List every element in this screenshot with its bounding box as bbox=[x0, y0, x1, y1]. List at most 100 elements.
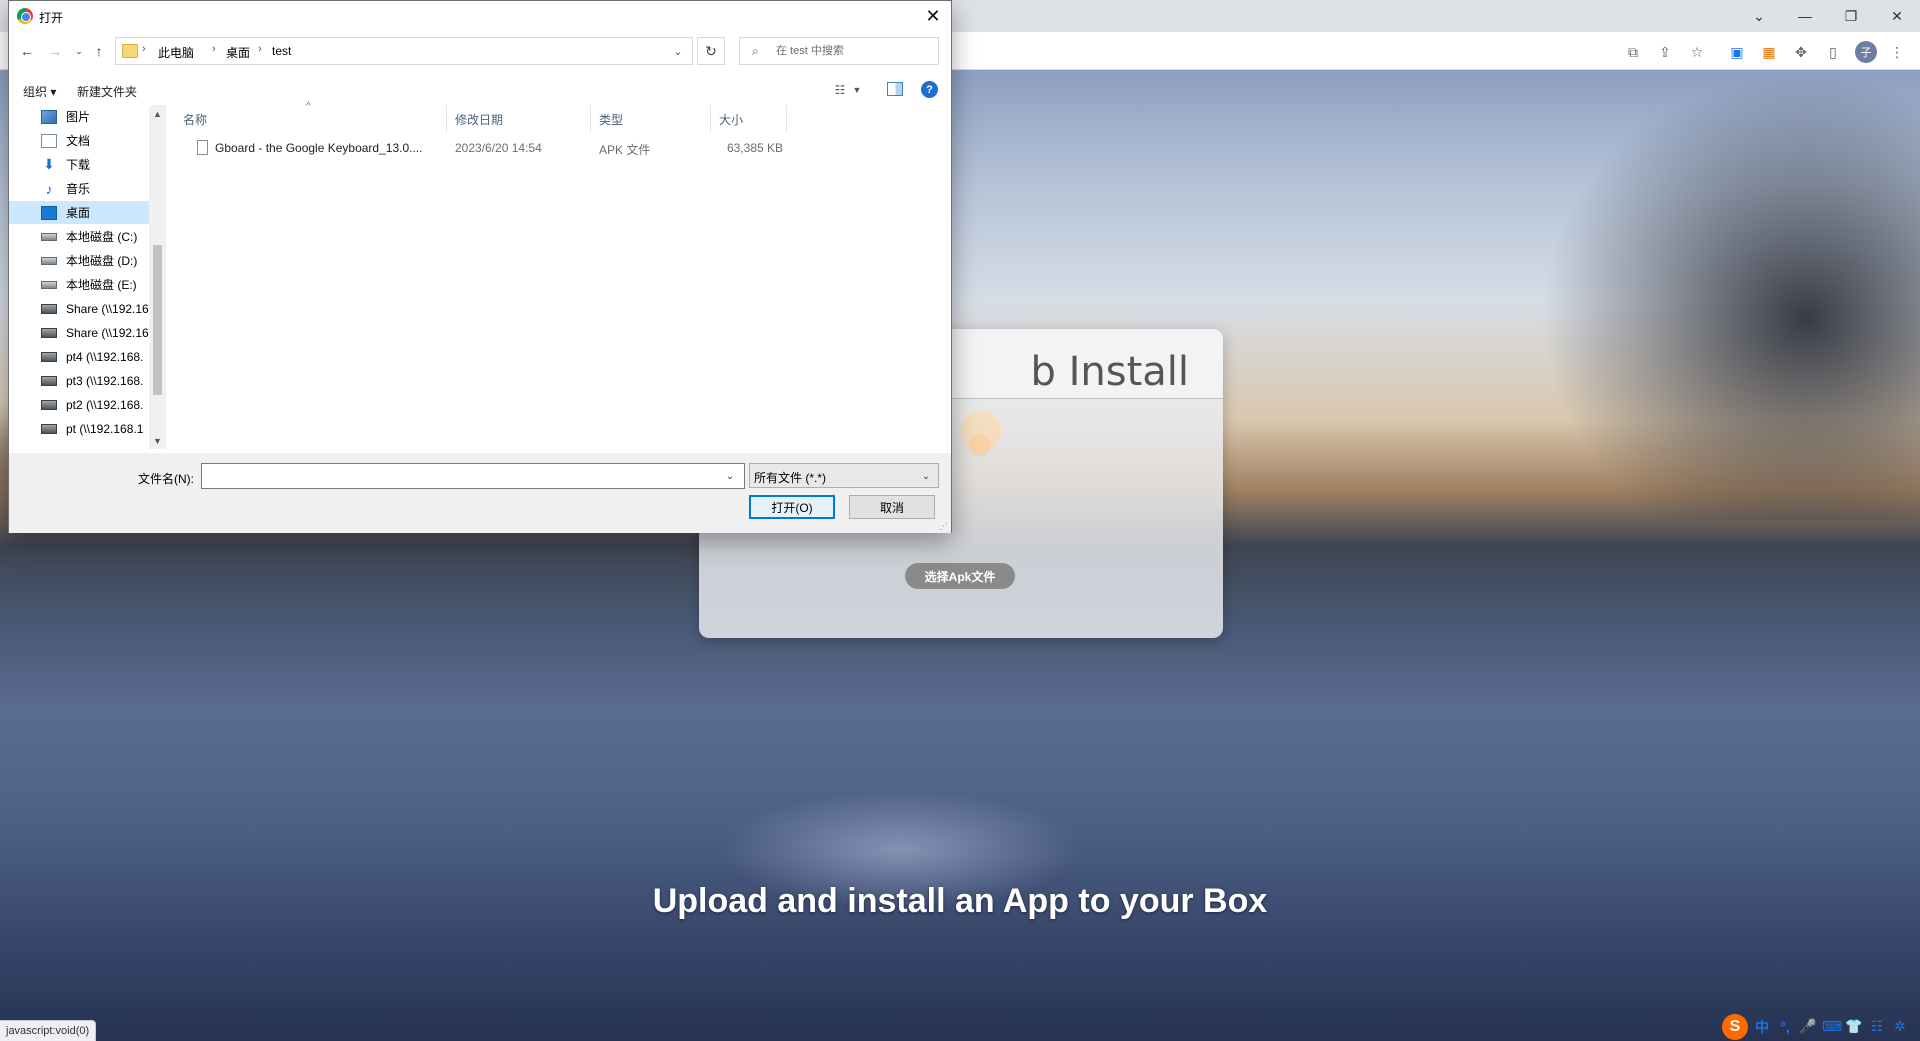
filename-combobox[interactable]: ⌄ bbox=[201, 463, 745, 489]
open-button[interactable]: 打开(O) bbox=[749, 495, 835, 519]
up-arrow-icon[interactable]: ↑ bbox=[89, 41, 109, 61]
ime-settings-icon[interactable]: ✲ bbox=[1891, 1018, 1909, 1035]
extension-orange-icon[interactable]: ▦ bbox=[1758, 41, 1780, 63]
new-folder-button[interactable]: 新建文件夹 bbox=[77, 83, 137, 100]
dialog-close-button[interactable]: ✕ bbox=[915, 1, 951, 31]
nav-item-pictures[interactable]: 图片 bbox=[9, 105, 149, 128]
resize-grip-icon[interactable]: ⋰ bbox=[939, 521, 948, 532]
nav-item-desktop[interactable]: 桌面 bbox=[9, 201, 149, 224]
help-icon[interactable]: ? bbox=[921, 81, 938, 98]
breadcrumb-separator-icon: › bbox=[142, 43, 146, 55]
file-open-dialog: 打开 ✕ ← → ⌄ ↑ › 此电脑 › 桌面 › test ⌄ ↻ ⌕ 组织 … bbox=[8, 0, 952, 533]
file-type: APK 文件 bbox=[599, 143, 651, 157]
share-icon[interactable]: ⇪ bbox=[1654, 41, 1676, 63]
nav-item-share-2[interactable]: Share (\\192.16 bbox=[9, 321, 149, 344]
breadcrumb-this-pc[interactable]: 此电脑 bbox=[158, 44, 194, 61]
nav-item-drive-d[interactable]: 本地磁盘 (D:) bbox=[9, 249, 149, 272]
pictures-icon bbox=[41, 109, 57, 124]
address-bar[interactable]: › 此电脑 › 桌面 › test ⌄ bbox=[115, 37, 693, 65]
nav-item-pt4[interactable]: pt4 (\\192.168. bbox=[9, 345, 149, 368]
nav-item-share-1[interactable]: Share (\\192.16 bbox=[9, 297, 149, 320]
cancel-button[interactable]: 取消 bbox=[849, 495, 935, 519]
tab-search-chevron-icon[interactable]: ⌄ bbox=[1736, 2, 1782, 30]
organize-menu[interactable]: 组织 ▾ bbox=[23, 83, 56, 100]
bokeh-light bbox=[969, 434, 991, 456]
command-bar: 组织 ▾ 新建文件夹 ☷ ▼ ? bbox=[9, 77, 951, 103]
nav-item-downloads[interactable]: ⬇ 下载 bbox=[9, 153, 149, 176]
minimize-button[interactable]: — bbox=[1782, 2, 1828, 30]
browser-menu-icon[interactable]: ⋮ bbox=[1886, 41, 1908, 63]
refresh-button[interactable]: ↻ bbox=[697, 37, 725, 65]
nav-item-pt[interactable]: pt (\\192.168.1 bbox=[9, 417, 149, 440]
column-header-type[interactable]: 类型 bbox=[591, 105, 711, 133]
file-size: 63,385 KB bbox=[727, 141, 784, 155]
nav-item-label: 下载 bbox=[66, 158, 91, 172]
ime-toolbar: S 中 °, 🎤 ⌨ 👕 ☷ ✲ bbox=[1718, 1012, 1920, 1041]
scroll-down-icon[interactable]: ▼ bbox=[149, 432, 166, 449]
restore-button[interactable]: ❐ bbox=[1828, 2, 1874, 30]
address-dropdown-chevron-icon[interactable]: ⌄ bbox=[668, 42, 688, 60]
sogou-ime-logo-icon[interactable]: S bbox=[1722, 1013, 1748, 1040]
nav-item-pt3[interactable]: pt3 (\\192.168. bbox=[9, 369, 149, 392]
nav-item-drive-c[interactable]: 本地磁盘 (C:) bbox=[9, 225, 149, 248]
recent-locations-chevron-icon[interactable]: ⌄ bbox=[69, 41, 89, 61]
ime-punctuation-icon[interactable]: °, bbox=[1776, 1019, 1794, 1035]
nav-item-label: Share (\\192.16 bbox=[66, 301, 149, 316]
profile-avatar[interactable]: 子 bbox=[1855, 41, 1877, 63]
breadcrumb-desktop[interactable]: 桌面 bbox=[226, 44, 250, 61]
breadcrumb-separator-icon: › bbox=[258, 43, 262, 55]
translate-icon[interactable]: ⧉ bbox=[1622, 41, 1644, 63]
ime-microphone-icon[interactable]: 🎤 bbox=[1799, 1018, 1817, 1035]
file-date: 2023/6/20 14:54 bbox=[455, 141, 542, 155]
nav-item-label: 音乐 bbox=[66, 182, 91, 196]
nav-item-label: pt (\\192.168.1 bbox=[66, 421, 144, 436]
side-panel-icon[interactable]: ▯ bbox=[1822, 41, 1844, 63]
search-input[interactable] bbox=[776, 43, 932, 59]
nav-item-label: Share (\\192.16 bbox=[66, 325, 149, 340]
scroll-up-icon[interactable]: ▲ bbox=[149, 105, 166, 122]
bookmark-star-icon[interactable]: ☆ bbox=[1686, 41, 1708, 63]
ime-toolbox-icon[interactable]: ☷ bbox=[1868, 1018, 1886, 1035]
nav-item-music[interactable]: ♪ 音乐 bbox=[9, 177, 149, 200]
filename-label: 文件名(N): bbox=[138, 472, 194, 486]
column-header-name[interactable]: 名称 bbox=[175, 105, 447, 133]
ime-chinese-mode[interactable]: 中 bbox=[1753, 1017, 1771, 1037]
refresh-icon: ↻ bbox=[705, 42, 717, 59]
filetype-select[interactable]: 所有文件 (*.*) ⌄ bbox=[749, 463, 939, 488]
extension-sync-icon[interactable]: ▣ bbox=[1726, 41, 1748, 63]
hero-heading: Upload and install an App to your Box bbox=[652, 882, 1268, 920]
file-list-pane: ^ 名称 修改日期 类型 大小 Gboard - the Google Keyb… bbox=[175, 101, 951, 453]
select-apk-button[interactable]: 选择Apk文件 bbox=[905, 563, 1015, 589]
view-dropdown-chevron-icon[interactable]: ▼ bbox=[851, 81, 863, 99]
ime-keyboard-icon[interactable]: ⌨ bbox=[1822, 1018, 1842, 1035]
forward-arrow-icon[interactable]: → bbox=[45, 41, 65, 61]
nav-item-label: pt4 (\\192.168. bbox=[66, 349, 144, 364]
drive-icon bbox=[41, 232, 57, 241]
folder-icon bbox=[122, 44, 138, 58]
nav-item-drive-e[interactable]: 本地磁盘 (E:) bbox=[9, 273, 149, 296]
breadcrumb-test[interactable]: test bbox=[272, 44, 291, 58]
preview-pane-icon[interactable] bbox=[887, 82, 903, 96]
music-icon: ♪ bbox=[45, 180, 53, 197]
nav-item-documents[interactable]: 文档 bbox=[9, 129, 149, 152]
filename-input[interactable] bbox=[205, 467, 715, 485]
nav-item-label: 本地磁盘 (D:) bbox=[66, 254, 138, 268]
dialog-titlebar: 打开 ✕ bbox=[9, 1, 951, 31]
column-header-date[interactable]: 修改日期 bbox=[447, 105, 591, 133]
extensions-puzzle-icon[interactable]: ✥ bbox=[1790, 41, 1812, 63]
filetype-dropdown-chevron-icon[interactable]: ⌄ bbox=[916, 467, 936, 485]
navigation-scrollbar[interactable]: ▲ ▼ bbox=[149, 105, 166, 449]
drive-icon bbox=[41, 256, 57, 265]
close-window-button[interactable]: ✕ bbox=[1874, 2, 1920, 30]
file-row[interactable]: Gboard - the Google Keyboard_13.0.... 20… bbox=[175, 137, 795, 159]
scrollbar-thumb[interactable] bbox=[153, 245, 162, 395]
drive-icon bbox=[41, 280, 57, 289]
network-drive-icon bbox=[41, 423, 57, 434]
search-box[interactable]: ⌕ bbox=[739, 37, 939, 65]
view-options-icon[interactable]: ☷ bbox=[831, 81, 849, 99]
column-header-size[interactable]: 大小 bbox=[711, 105, 787, 133]
ime-skin-icon[interactable]: 👕 bbox=[1845, 1018, 1863, 1035]
filename-dropdown-chevron-icon[interactable]: ⌄ bbox=[720, 467, 740, 485]
nav-item-pt2[interactable]: pt2 (\\192.168. bbox=[9, 393, 149, 416]
back-arrow-icon[interactable]: ← bbox=[17, 41, 37, 61]
